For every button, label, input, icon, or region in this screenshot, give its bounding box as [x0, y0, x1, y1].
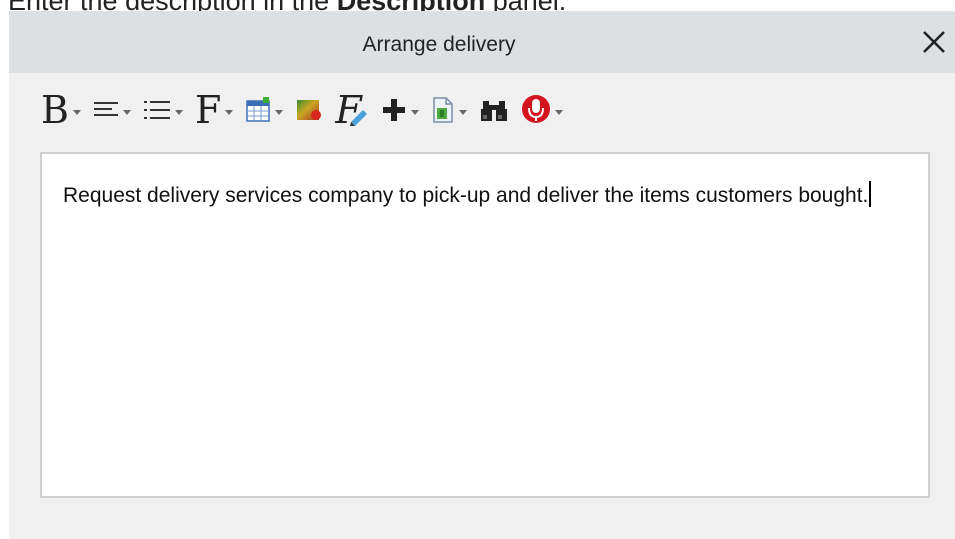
panel-titlebar: Arrange delivery: [9, 11, 955, 73]
chevron-down-icon: [555, 109, 564, 115]
text-caret: [869, 181, 872, 207]
description-panel: Arrange delivery B F F Request delivery …: [9, 11, 955, 539]
close-button[interactable]: [919, 27, 949, 57]
list-button[interactable]: [143, 88, 183, 132]
formula-icon: F: [335, 90, 369, 130]
microphone-icon: [522, 95, 551, 123]
chevron-down-icon: [459, 109, 468, 115]
chevron-down-icon: [72, 109, 81, 115]
align-left-icon: [93, 102, 118, 116]
document-button[interactable]: [431, 88, 468, 132]
document-icon: [433, 97, 454, 123]
color-palette-icon: [297, 100, 322, 120]
table-button[interactable]: [245, 88, 284, 132]
editor-content: Request delivery services company to pic…: [63, 180, 883, 212]
table-icon: [246, 97, 271, 122]
chevron-down-icon: [225, 109, 234, 115]
chevron-down-icon: [275, 109, 284, 115]
voice-button[interactable]: [521, 88, 564, 132]
find-button[interactable]: [479, 88, 509, 132]
insert-button[interactable]: [381, 88, 420, 132]
description-text: Request delivery services company to pic…: [63, 184, 869, 207]
formatting-toolbar: B F F: [41, 81, 575, 139]
formula-button[interactable]: F: [335, 88, 369, 132]
list-icon: [143, 101, 170, 119]
color-button[interactable]: [295, 88, 323, 132]
font-button[interactable]: F: [194, 88, 234, 132]
binoculars-icon: [481, 101, 508, 121]
chevron-down-icon: [174, 109, 183, 115]
font-icon: F: [194, 88, 222, 132]
chevron-down-icon: [411, 109, 420, 115]
bold-icon: B: [41, 88, 69, 132]
close-icon: [923, 31, 945, 53]
description-editor[interactable]: Request delivery services company to pic…: [40, 152, 930, 498]
align-button[interactable]: [93, 88, 131, 132]
panel-title: Arrange delivery: [362, 33, 516, 56]
plus-icon: [383, 99, 406, 121]
bold-button[interactable]: B: [41, 88, 81, 132]
chevron-down-icon: [122, 109, 131, 115]
